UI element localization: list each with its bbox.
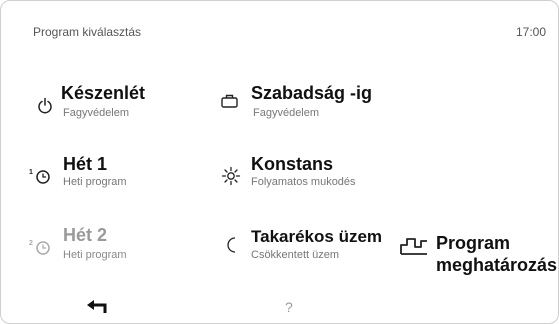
- program-selection-screen: Program kiválasztás 17:00 Készenlét Fagy…: [0, 0, 559, 324]
- back-arrow-icon[interactable]: [86, 299, 110, 317]
- clock: 17:00: [516, 25, 547, 39]
- page-title: Program kiválasztás: [33, 25, 142, 39]
- clock-1-icon: 1: [29, 169, 50, 184]
- program-title-line-2: meghatározás: [436, 255, 558, 275]
- moon-icon: [227, 237, 236, 253]
- program-title: Hét 1: [63, 154, 108, 174]
- program-curve-icon: [400, 238, 427, 255]
- program-subtitle: Heti program: [63, 176, 127, 188]
- svg-text:1: 1: [29, 169, 33, 176]
- program-standby[interactable]: Készenlét Fagyvédelem: [35, 83, 205, 129]
- program-title: Szabadság -ig: [251, 83, 373, 103]
- program-constant[interactable]: Konstans Folyamatos mukodés: [221, 154, 441, 200]
- sun-icon: [221, 166, 241, 186]
- program-title: Takarékos üzem: [251, 227, 383, 246]
- program-title: Készenlét: [61, 83, 146, 103]
- svg-text:2: 2: [29, 240, 33, 247]
- program-holiday[interactable]: Szabadság -ig Fagyvédelem: [219, 83, 419, 129]
- suitcase-icon: [221, 94, 238, 108]
- program-week-2[interactable]: 2 Hét 2 Heti program: [29, 225, 199, 271]
- program-subtitle: Folyamatos mukodés: [251, 176, 356, 188]
- program-subtitle: Heti program: [63, 249, 127, 261]
- program-title: Konstans: [251, 154, 334, 174]
- program-subtitle: Fagyvédelem: [63, 107, 130, 119]
- help-button[interactable]: ?: [285, 299, 293, 315]
- program-subtitle: Csökkentett üzem: [251, 249, 340, 261]
- program-title-line-1: Program: [436, 233, 511, 253]
- program-week-1[interactable]: 1 Hét 1 Heti program: [29, 154, 199, 200]
- program-define[interactable]: Program meghatározás: [399, 233, 557, 283]
- power-icon: [38, 97, 52, 114]
- program-subtitle: Fagyvédelem: [253, 107, 320, 119]
- clock-2-icon: 2: [29, 240, 50, 255]
- program-title: Hét 2: [63, 225, 108, 245]
- program-eco[interactable]: Takarékos üzem Csökkentett üzem: [223, 227, 403, 273]
